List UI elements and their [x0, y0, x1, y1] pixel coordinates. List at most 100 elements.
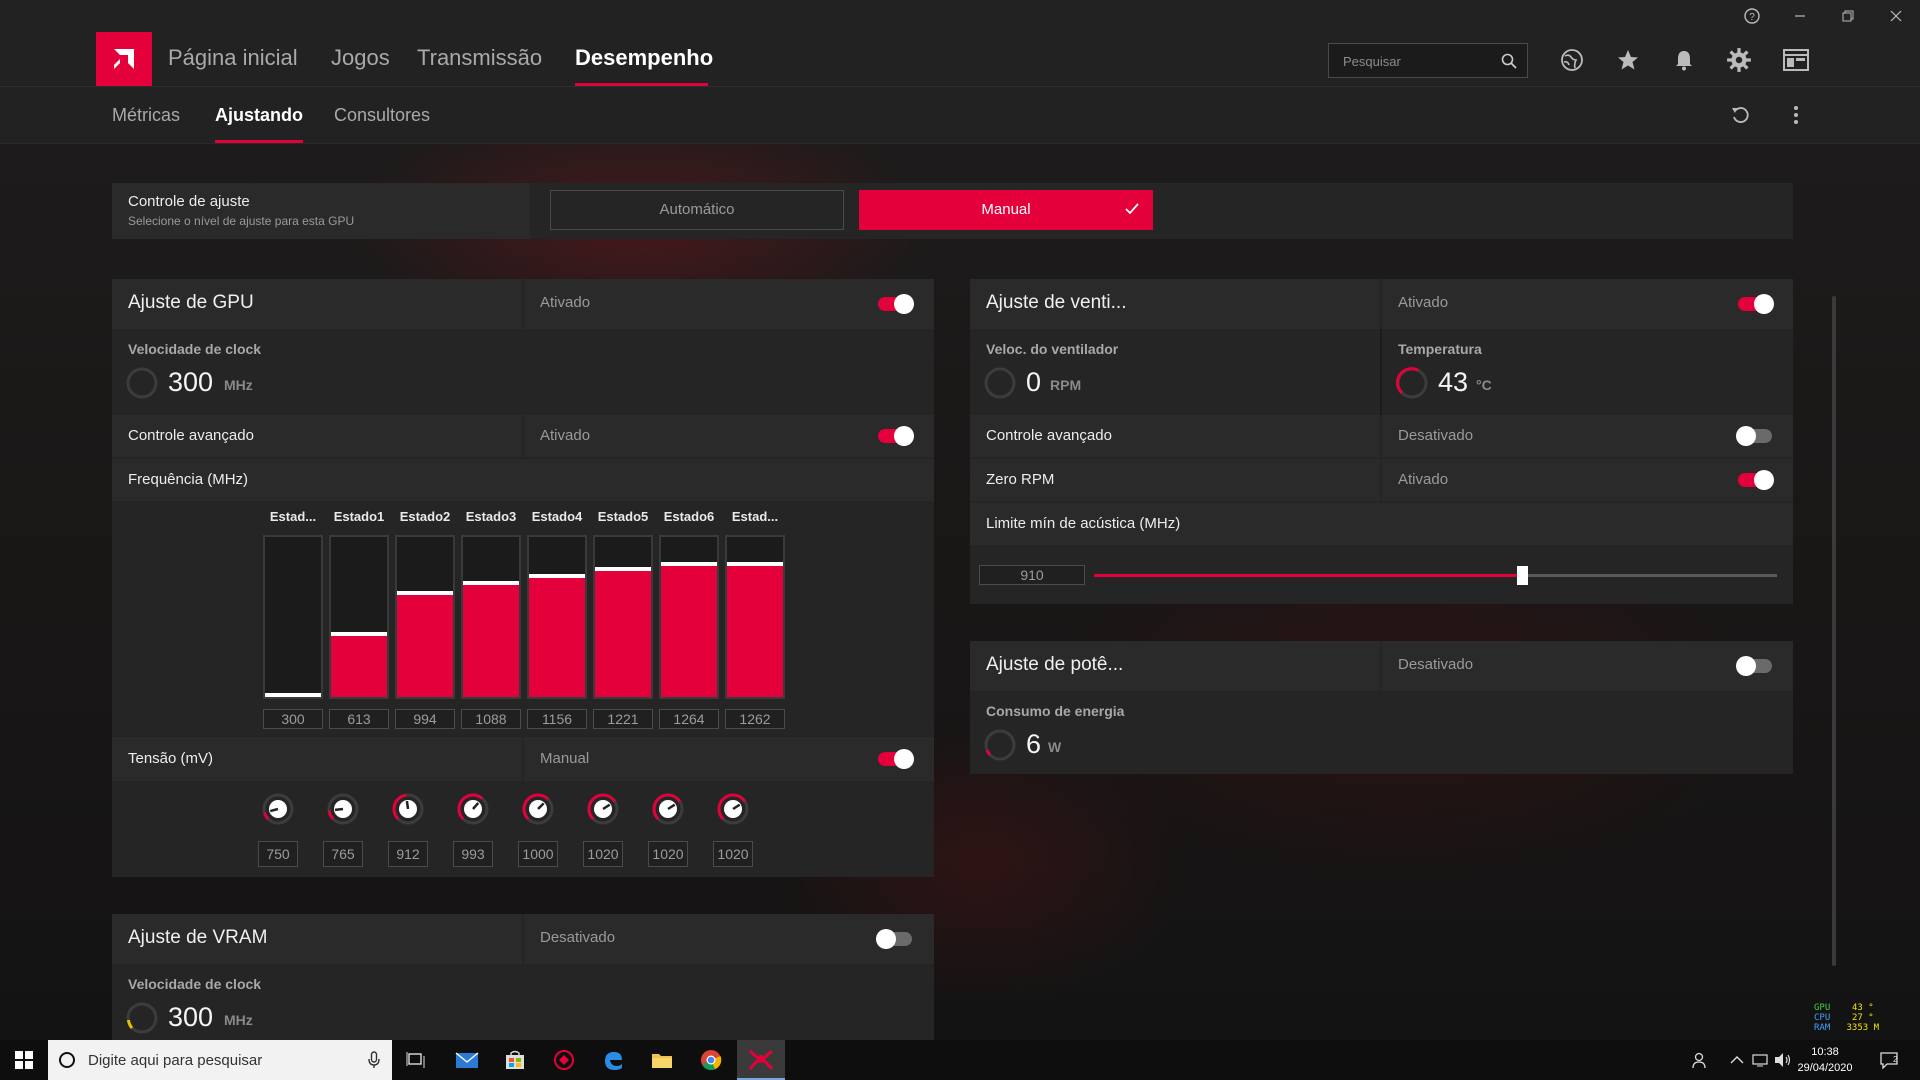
nav-tab-streaming[interactable]: Transmissão [417, 45, 542, 71]
frequency-value-box[interactable]: 994 [395, 709, 455, 729]
vram-tuning-status-cell: Desativado [524, 914, 934, 964]
scrollbar[interactable] [1832, 296, 1836, 966]
voltage-value-box[interactable]: 750 [258, 841, 298, 867]
close-button[interactable] [1872, 0, 1920, 32]
edge-icon[interactable] [600, 1048, 626, 1072]
frequency-value-box[interactable]: 1156 [527, 709, 587, 729]
layout-icon[interactable] [1782, 46, 1810, 74]
voltage-value-box[interactable]: 765 [323, 841, 363, 867]
frequency-bar[interactable] [263, 535, 323, 699]
voltage-value-box[interactable]: 912 [388, 841, 428, 867]
voltage-knob[interactable] [456, 792, 490, 826]
star-icon[interactable] [1614, 46, 1642, 74]
people-icon[interactable] [1688, 1048, 1714, 1072]
voltage-knob[interactable] [326, 792, 360, 826]
frequency-bar-fill [265, 693, 321, 697]
taskbar-search[interactable]: Digite aqui para pesquisar [48, 1040, 392, 1080]
help-icon[interactable]: ? [1728, 0, 1776, 32]
osd-ram-row: RAM 3353 M [1814, 1023, 1880, 1033]
frequency-label: Frequência (MHz) [128, 471, 249, 488]
sub-tab-metrics[interactable]: Métricas [112, 105, 180, 126]
frequency-value-box[interactable]: 1088 [461, 709, 521, 729]
manual-button[interactable]: Manual [859, 190, 1153, 230]
voltage-value-box[interactable]: 1000 [518, 841, 558, 867]
frequency-value-box[interactable]: 1262 [725, 709, 785, 729]
search-icon[interactable] [1501, 53, 1517, 69]
automatic-button[interactable]: Automático [550, 190, 844, 230]
globe-icon[interactable] [1558, 46, 1586, 74]
voltage-value-box[interactable]: 1020 [648, 841, 688, 867]
frequency-state-label: Estado2 [399, 509, 451, 524]
voltage-knob[interactable] [716, 792, 750, 826]
frequency-bar[interactable] [395, 535, 455, 699]
temperature-label: Temperatura [1398, 341, 1482, 357]
vram-tuning-status: Desativado [540, 929, 616, 946]
frequency-bar-fill [463, 581, 519, 697]
frequency-value-box[interactable]: 1264 [659, 709, 719, 729]
vram-clock-gauge [126, 1002, 158, 1034]
frequency-bar[interactable] [527, 535, 587, 699]
more-options-icon[interactable] [1782, 101, 1810, 129]
search-box[interactable]: Pesquisar [1328, 43, 1528, 78]
amd-logo[interactable] [96, 32, 152, 86]
fan-advanced-toggle[interactable] [1736, 426, 1772, 446]
reset-icon[interactable] [1726, 101, 1754, 129]
mail-icon[interactable] [454, 1048, 480, 1072]
store-icon[interactable] [502, 1048, 528, 1072]
voltage-knob[interactable] [651, 792, 685, 826]
power-tuning-toggle[interactable] [1736, 656, 1772, 676]
voltage-knob[interactable] [391, 792, 425, 826]
minimize-button[interactable] [1776, 0, 1824, 32]
system-clock[interactable]: 10:38 29/04/2020 [1790, 1044, 1860, 1076]
voltage-value-box[interactable]: 1020 [583, 841, 623, 867]
power-consumption-label: Consumo de energia [986, 703, 1125, 719]
gpu-clock-value: 300 [168, 367, 214, 397]
frequency-bar[interactable] [659, 535, 719, 699]
nav-tab-home[interactable]: Página inicial [168, 45, 298, 71]
fan-speed-label: Veloc. do ventilador [986, 341, 1119, 357]
radeon-settings-task-icon[interactable] [748, 1048, 774, 1072]
acoustic-slider-handle[interactable] [1517, 566, 1528, 585]
restore-button[interactable] [1824, 0, 1872, 32]
gpu-tuning-toggle[interactable] [878, 294, 914, 314]
frequency-value-box[interactable]: 613 [329, 709, 389, 729]
fan-tuning-toggle[interactable] [1738, 294, 1774, 314]
frequency-bar[interactable] [725, 535, 785, 699]
voltage-knob[interactable] [586, 792, 620, 826]
windows-start-icon[interactable] [11, 1048, 37, 1072]
bell-icon[interactable] [1670, 46, 1698, 74]
gear-icon[interactable] [1725, 46, 1753, 74]
zero-rpm-label: Zero RPM [986, 471, 1055, 488]
frequency-bar[interactable] [593, 535, 653, 699]
voltage-knob[interactable] [521, 792, 555, 826]
gpu-advanced-status-cell: Ativado [524, 415, 934, 457]
voltage-toggle[interactable] [878, 749, 914, 769]
vram-tuning-toggle[interactable] [876, 929, 912, 949]
chevron-up-icon[interactable] [1724, 1048, 1750, 1072]
vram-tuning-title: Ajuste de VRAM [128, 927, 268, 948]
voltage-value-box[interactable]: 1020 [713, 841, 753, 867]
chrome-icon[interactable] [698, 1048, 724, 1072]
frequency-value-box[interactable]: 1221 [593, 709, 653, 729]
nav-tab-games[interactable]: Jogos [331, 45, 390, 71]
gpu-advanced-label: Controle avançado [128, 427, 254, 444]
nav-tab-performance[interactable]: Desempenho [575, 45, 713, 71]
acoustic-slider-track[interactable] [1094, 566, 1777, 585]
frequency-value-box[interactable]: 300 [263, 709, 323, 729]
zero-rpm-toggle[interactable] [1738, 470, 1774, 490]
file-explorer-icon[interactable] [649, 1048, 675, 1072]
sub-tab-advisors[interactable]: Consultores [334, 105, 430, 126]
acoustic-value-box[interactable]: 910 [979, 565, 1085, 585]
frequency-state-label: Estado1 [333, 509, 385, 524]
frequency-bar[interactable] [461, 535, 521, 699]
voltage-knob[interactable] [261, 792, 295, 826]
microphone-icon[interactable] [368, 1051, 380, 1069]
frequency-bar[interactable] [329, 535, 389, 699]
gpu-advanced-toggle[interactable] [878, 426, 914, 446]
radeon-app-icon[interactable] [551, 1048, 577, 1072]
action-center-icon[interactable]: 2 [1876, 1048, 1902, 1072]
sub-tab-tuning[interactable]: Ajustando [215, 105, 303, 126]
task-view-icon[interactable] [403, 1048, 429, 1072]
voltage-value-box[interactable]: 993 [453, 841, 493, 867]
vram-clock-value: 300 [168, 1002, 214, 1032]
